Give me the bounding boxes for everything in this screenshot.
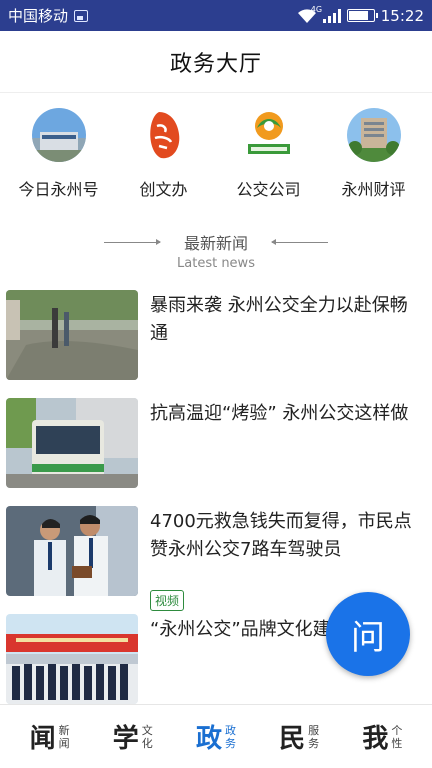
quick-link-label: 创文办 [139,180,188,199]
nav-profile-label: 个 [391,723,403,737]
group-photo [6,614,138,704]
news-title: 暴雨来袭 永州公交全力以赴保畅通 [150,295,408,344]
nav-profile[interactable]: 我 个性 [362,718,402,755]
news-item[interactable]: 抗高温迎“烤验” 永州公交这样做 [0,398,432,490]
clock: 15:22 [380,6,424,25]
bus-photo [6,398,138,488]
nav-news-label: 闻 [58,736,70,750]
news-item[interactable]: 4700元救急钱失而复得，市民点赞永州公交7路车驾驶员 视频 [0,506,432,611]
video-tag: 视频 [150,590,185,611]
nav-service-glyph: 民 [279,724,306,754]
nav-government-glyph: 政 [195,724,222,754]
image-notification-icon [74,9,89,22]
decorative-arrow-line [104,239,161,245]
quick-link-today-yongzhou[interactable]: 今日永州号 [9,108,109,208]
office-building-photo-icon [346,108,401,162]
quick-link-label: 今日永州号 [18,180,99,199]
nav-government-label: 务 [224,736,236,750]
decorative-arrow-line [271,239,328,245]
nav-culture-label: 化 [141,736,153,750]
nav-service-label: 服 [308,723,320,737]
nav-service-label: 务 [308,736,320,750]
nav-culture-glyph: 学 [112,724,139,754]
news-title: 抗高温迎“烤验” 永州公交这样做 [150,403,409,424]
ask-button[interactable]: 问 [326,592,410,676]
building-photo-icon [31,108,86,162]
nav-culture[interactable]: 学 文化 [113,718,153,755]
nav-service[interactable]: 民 服务 [279,718,319,755]
section-heading: 最新新闻 Latest news [0,230,432,276]
status-bar: 中国移动 4G 15:22 [0,0,432,31]
nav-government[interactable]: 政 政务 [196,718,236,755]
news-title: 4700元救急钱失而复得，市民点赞永州公交7路车驾驶员 [150,511,412,560]
page-title: 政务大厅 [169,51,262,77]
signal-icon: 4G [311,5,341,23]
battery-icon [346,9,378,22]
network-type: 4G [310,4,323,14]
quick-link-bus-company[interactable]: 公交公司 [219,108,319,208]
nav-culture-label: 文 [141,723,153,737]
section-title: 最新新闻 [183,234,248,253]
nav-profile-glyph: 我 [362,724,389,754]
quick-links: 今日永州号 创文办 公交公司 永州财评 [0,108,432,208]
quick-link-chuangwen[interactable]: 创文办 [114,108,214,208]
quick-link-finance-review[interactable]: 永州财评 [324,108,424,208]
section-subtitle: Latest news [177,256,255,271]
flooded-street-photo [6,290,138,380]
ask-button-label: 问 [351,617,385,658]
news-item[interactable]: 暴雨来袭 永州公交全力以赴保畅通 [0,290,432,382]
quick-link-label: 永州财评 [341,180,406,199]
carrier-name: 中国移动 [8,7,69,25]
nav-government-label: 政 [224,723,236,737]
page-header: 政务大厅 [0,31,432,93]
calligraphy-seal-icon [136,108,191,162]
nav-news[interactable]: 闻 新闻 [30,718,70,755]
nav-news-label: 新 [58,723,70,737]
bottom-nav: 闻 新闻 学 文化 政 政务 民 服务 我 个性 [0,704,432,768]
quick-link-label: 公交公司 [236,180,301,199]
nav-news-glyph: 闻 [29,724,56,754]
drivers-photo [6,506,138,596]
bus-company-logo-icon [241,108,296,162]
nav-profile-label: 性 [391,736,403,750]
